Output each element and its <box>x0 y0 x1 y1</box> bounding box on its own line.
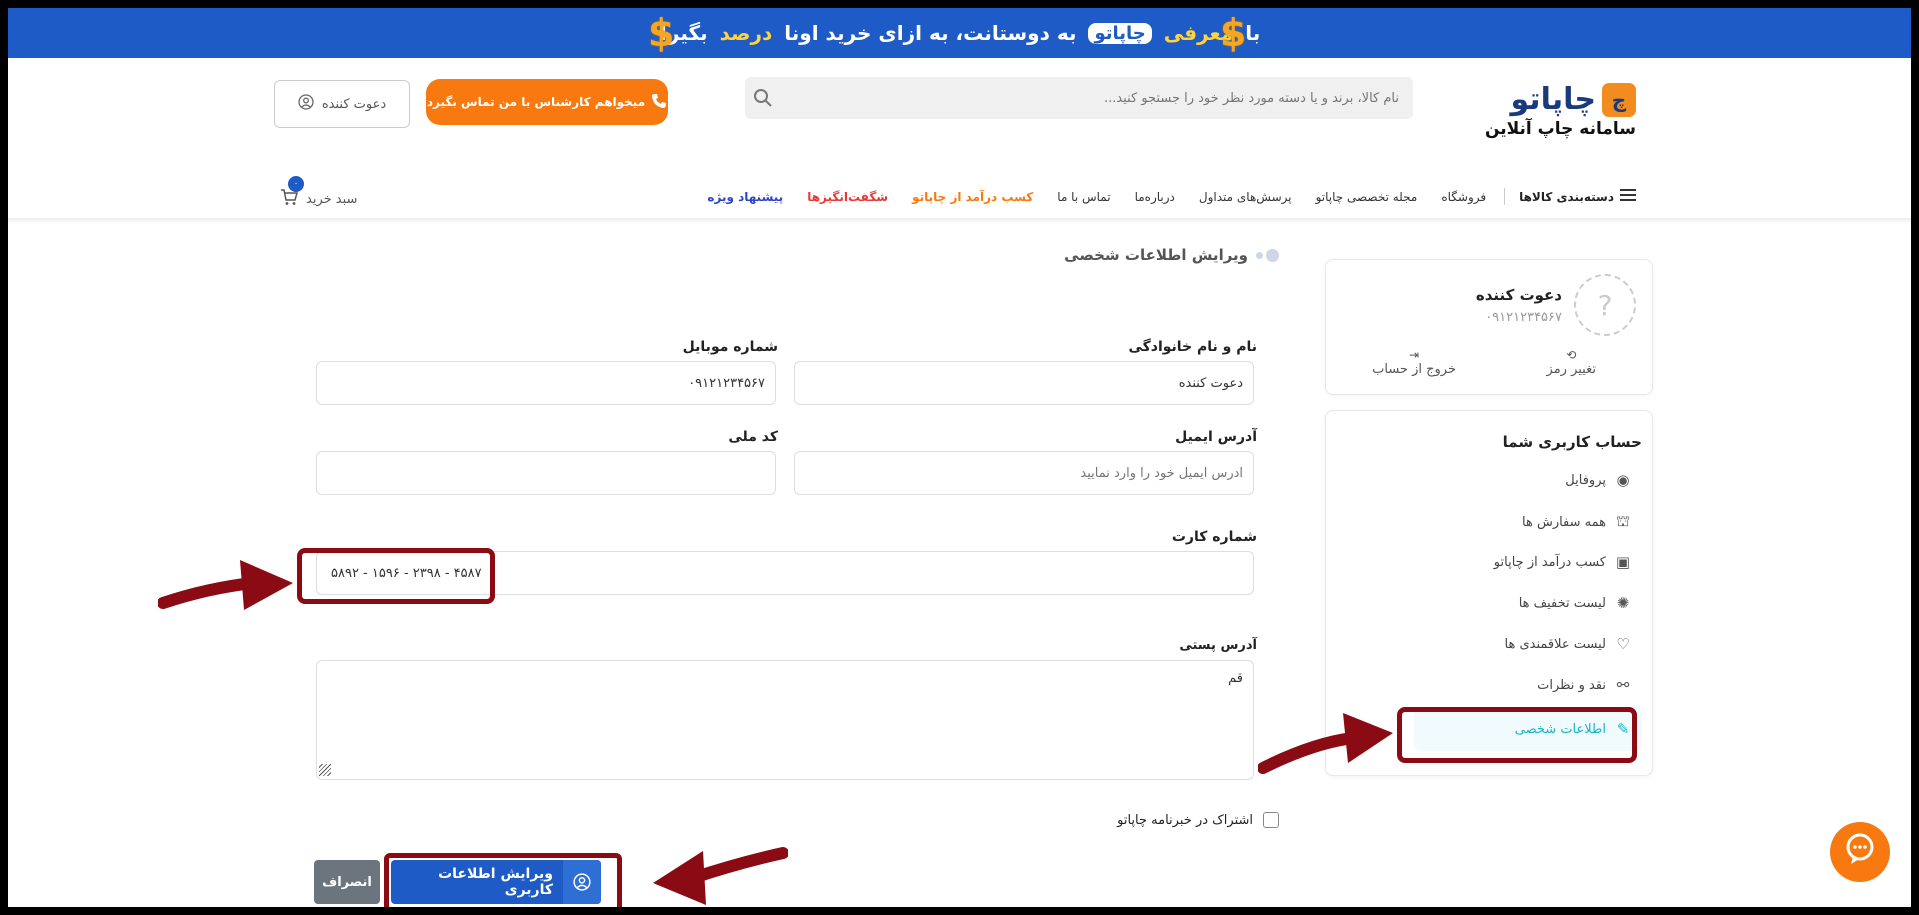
chat-bubble-icon <box>1843 832 1877 873</box>
annotation-arrow-icon <box>1258 713 1393 774</box>
menu-item-label: لیست تخفیف ها <box>1518 595 1606 611</box>
change-password-label: تغییر رمز <box>1546 362 1596 377</box>
cart-button[interactable]: ۰ سبد خرید <box>280 176 358 211</box>
menu-item-profile[interactable]: ◉ پروفایل <box>1565 471 1632 489</box>
newsletter-checkbox[interactable] <box>1263 812 1279 828</box>
card-number-label: شماره کارت <box>1171 529 1257 545</box>
header-divider <box>8 218 1911 224</box>
banner-brand: چاپاتو <box>1088 22 1152 44</box>
banner-highlight-2: درصد <box>719 21 773 45</box>
full-name-label: نام و نام خانوادگی <box>1128 339 1257 355</box>
section-title: ویرایش اطلاعات شخصی <box>1064 246 1248 264</box>
nav-categories[interactable]: دسته‌بندی کالاها <box>1504 188 1636 205</box>
menu-item-reviews[interactable]: ⚯ نقد و نظرات <box>1537 676 1632 694</box>
postal-address-label: آدرس پستی <box>1179 638 1257 653</box>
search-icon[interactable] <box>745 88 781 108</box>
avatar-placeholder-icon: ? <box>1574 274 1636 336</box>
hamburger-icon <box>1620 188 1636 205</box>
page-frame: $ $ با معرفی چاپاتو به دوستانت، به ازای … <box>8 8 1911 907</box>
user-account-button[interactable]: دعوت کننده <box>274 80 410 128</box>
newsletter-label: اشتراک در خبرنامه چاپاتو <box>1117 812 1253 828</box>
request-callback-label: میخواهم کارشناس با من تماس بگیرد <box>426 95 646 109</box>
nav-categories-label: دسته‌بندی کالاها <box>1519 189 1614 204</box>
nav-item-shop[interactable]: فروشگاه <box>1441 190 1486 204</box>
money-icon: ▣ <box>1615 553 1631 571</box>
nav-item-contact[interactable]: تماس با ما <box>1057 190 1110 204</box>
change-password-link[interactable]: ⟲ تغییر رمز <box>1547 348 1596 377</box>
user-account-label: دعوت کننده <box>321 96 387 112</box>
nav-item-about[interactable]: درباره‌ما <box>1135 190 1175 204</box>
menu-item-label: کسب درآمد از چاپاتو <box>1493 554 1606 570</box>
bullet-dots-icon <box>1256 248 1279 262</box>
menu-item-label: همه سفارش ها <box>1522 514 1606 530</box>
banner-text-1: با <box>1245 21 1261 45</box>
promo-banner[interactable]: $ $ با معرفی چاپاتو به دوستانت، به ازای … <box>8 8 1911 58</box>
search-bar[interactable] <box>745 77 1413 119</box>
account-menu-title: حساب کاربری شما <box>1502 433 1642 451</box>
email-input[interactable] <box>795 452 1253 494</box>
banner-text-2: به دوستانت، به ازای خرید اونا <box>784 21 1077 45</box>
nav-item-faq[interactable]: پرسش‌های متداول <box>1199 190 1292 204</box>
menu-item-wishlist[interactable]: ♡ لیست علاقمندی ها <box>1505 635 1633 653</box>
user-circle-icon: ◉ <box>1616 471 1630 489</box>
logout-label: خروج از حساب <box>1372 362 1456 377</box>
discount-icon: ✺ <box>1616 594 1630 612</box>
phone-icon <box>651 93 667 112</box>
nav-item-earn[interactable]: کسب درآمد از چاپاتو <box>912 190 1033 204</box>
menu-item-discounts[interactable]: ✺ لیست تخفیف ها <box>1519 594 1632 612</box>
nav-item-special[interactable]: پیشنهاد ویژه <box>707 190 783 204</box>
cart-icon: ۰ <box>280 176 304 211</box>
postal-address-field[interactable]: قم <box>316 660 1254 780</box>
national-code-input[interactable] <box>317 452 775 494</box>
annotation-box-personal-info <box>1397 707 1637 763</box>
postal-address-textarea[interactable]: قم <box>317 661 1253 779</box>
logo-name: چاپاتو <box>1510 82 1597 117</box>
annotation-box-card-number <box>297 548 495 604</box>
email-label: آدرس ایمیل <box>1175 429 1257 445</box>
user-phone: ۰۹۱۲۱۲۳۴۵۶۷ <box>1485 310 1562 325</box>
user-summary-card: ? دعوت کننده ۰۹۱۲۱۲۳۴۵۶۷ ⟲ تغییر رمز ⇥ خ… <box>1325 259 1653 395</box>
password-reset-icon: ⟲ <box>1566 348 1577 362</box>
request-callback-button[interactable]: میخواهم کارشناس با من تماس بگیرد <box>426 79 668 125</box>
logout-link[interactable]: ⇥ خروج از حساب <box>1372 348 1456 377</box>
full-name-input[interactable] <box>795 362 1253 404</box>
section-heading: ویرایش اطلاعات شخصی <box>1064 246 1279 264</box>
nav-item-magazine[interactable]: مجله تخصصی چاپاتو <box>1316 190 1418 204</box>
mobile-label: شماره موبایل <box>682 339 778 355</box>
logo-mark-icon: چ <box>1602 82 1636 117</box>
main-nav: دسته‌بندی کالاها فروشگاه مجله تخصصی چاپا… <box>683 188 1636 205</box>
cart-count-badge: ۰ <box>288 176 304 192</box>
menu-item-orders[interactable]: ⛫ همه سفارش ها <box>1522 512 1632 532</box>
annotation-arrow-icon <box>158 560 293 610</box>
email-field[interactable] <box>794 451 1254 495</box>
site-logo[interactable]: چ چاپاتو سامانه چاپ آنلاین <box>1485 82 1636 139</box>
glasses-icon: ⚯ <box>1616 676 1630 694</box>
dollar-icon: $ <box>648 11 675 55</box>
nav-item-amazing[interactable]: شگفت‌انگیزها <box>807 190 888 204</box>
dollar-icon: $ <box>1220 11 1247 55</box>
annotation-box-submit <box>384 853 622 907</box>
user-circle-icon <box>298 94 314 114</box>
logo-subtitle: سامانه چاپ آنلاین <box>1484 119 1636 139</box>
annotation-arrow-icon <box>653 847 788 905</box>
resize-handle-icon[interactable] <box>319 764 331 776</box>
mobile-input[interactable] <box>317 362 775 404</box>
national-code-field[interactable] <box>316 451 776 495</box>
newsletter-row: اشتراک در خبرنامه چاپاتو <box>1117 812 1279 828</box>
national-code-label: کد ملی <box>728 429 778 445</box>
full-name-field[interactable] <box>794 361 1254 405</box>
user-name: دعوت کننده <box>1475 286 1562 304</box>
basket-icon: ⛫ <box>1616 512 1630 530</box>
mobile-field[interactable] <box>316 361 776 405</box>
chat-support-button[interactable] <box>1830 822 1890 882</box>
menu-item-label: لیست علاقمندی ها <box>1504 636 1607 652</box>
menu-item-label: نقد و نظرات <box>1537 677 1606 693</box>
cart-label: سبد خرید <box>306 192 358 207</box>
menu-item-earn[interactable]: ▣ کسب درآمد از چاپاتو <box>1494 553 1632 571</box>
heart-icon: ♡ <box>1616 635 1630 653</box>
search-input[interactable] <box>781 77 1413 119</box>
logout-icon: ⇥ <box>1409 348 1420 362</box>
menu-item-label: پروفایل <box>1565 472 1606 488</box>
cancel-button[interactable]: انصراف <box>314 860 380 904</box>
